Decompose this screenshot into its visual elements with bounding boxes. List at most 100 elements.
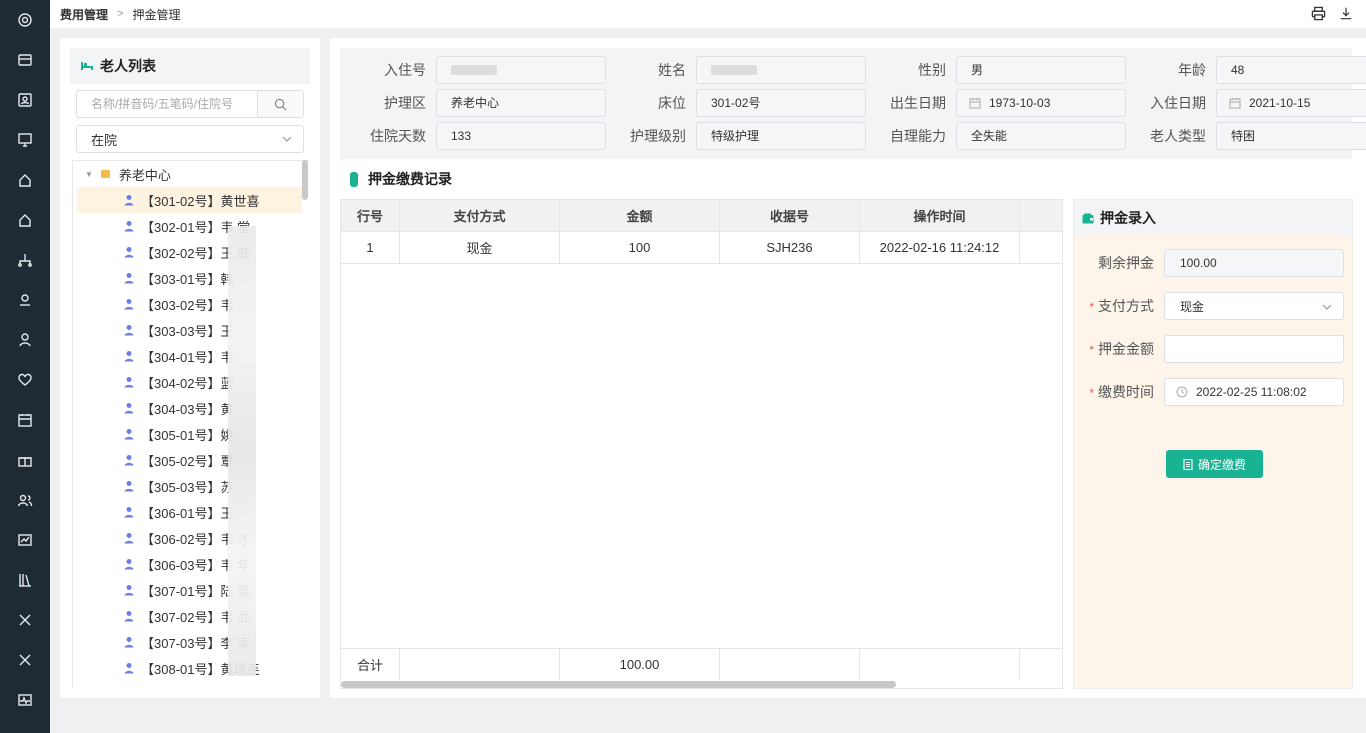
resident-item[interactable]: 【308-01号】黄瑞连 [77, 655, 302, 681]
column-header[interactable]: 支付方式 [400, 200, 560, 231]
download-icon[interactable] [1338, 5, 1354, 21]
deposit-amount-label: * 押金金额 [1074, 339, 1154, 359]
rail-item[interactable] [0, 80, 50, 120]
name-field [696, 56, 866, 84]
deposit-amount-input[interactable] [1164, 335, 1344, 363]
resident-list-header: 老人列表 [70, 48, 310, 84]
card-icon [18, 54, 32, 66]
confirm-payment-button[interactable]: 确定缴费 [1166, 450, 1263, 478]
rail-item[interactable] [0, 240, 50, 280]
caret-down-icon[interactable]: ▼ [85, 170, 93, 179]
payment-time-label-text: 缴费时间 [1098, 384, 1154, 400]
payment-method-label: * 支付方式 [1074, 296, 1154, 316]
column-header[interactable]: 收据号 [720, 200, 860, 231]
resident-item[interactable]: 【301-02号】黄世喜 [77, 187, 302, 213]
resident-item[interactable]: 【304-02号】蓝 [77, 369, 302, 395]
resident-item[interactable]: 【303-03号】王 [77, 317, 302, 343]
total-spacer [1020, 649, 1062, 680]
tree-root[interactable]: ▼ 养老中心 [73, 161, 310, 187]
column-header[interactable]: 金额 [560, 200, 720, 231]
breadcrumb-section[interactable]: 费用管理 [60, 6, 108, 23]
search-input[interactable] [77, 91, 258, 117]
breadcrumb: 费用管理 > 押金管理 [60, 6, 180, 23]
resident-item[interactable]: 【304-01号】韦 [77, 343, 302, 369]
rail-item[interactable] [0, 200, 50, 240]
resident-item[interactable]: 【303-01号】韩 [77, 265, 302, 291]
home-icon [19, 174, 31, 187]
balance-label: 剩余押金 [1074, 253, 1154, 273]
required-mark: * [1089, 300, 1094, 314]
resident-item[interactable]: 【307-01号】陆 英 [77, 577, 302, 603]
resident-label: 【306-01号】王 [141, 505, 234, 521]
calendar-icon [18, 414, 32, 427]
required-mark: * [1089, 386, 1094, 400]
resident-search [76, 90, 304, 118]
deposit-amount-label-text: 押金金额 [1098, 341, 1154, 357]
person-icon [124, 195, 134, 206]
tree-scrollbar[interactable] [302, 160, 308, 200]
print-icon[interactable] [1310, 5, 1326, 21]
resident-item[interactable]: 【306-02号】韦 才 [77, 525, 302, 551]
cell-amount: 100 [560, 232, 720, 263]
column-header[interactable]: 操作时间 [860, 200, 1020, 231]
table-row[interactable]: 1 现金 100 SJH236 2022-02-16 11:24:12 [341, 232, 1062, 264]
elder-type-field: 特困 [1216, 122, 1366, 150]
person-icon [124, 325, 134, 336]
rail-item[interactable] [0, 160, 50, 200]
care-area-label: 护理区 [384, 95, 426, 111]
rail-item[interactable] [0, 400, 50, 440]
payment-time-picker[interactable]: 2022-02-25 11:08:02 [1164, 378, 1344, 406]
resident-item[interactable]: 【307-03号】李 家 [77, 629, 302, 655]
resident-item[interactable]: 【307-02号】韦 武 [77, 603, 302, 629]
gender-label: 性别 [918, 62, 946, 78]
resident-tree: ▼ 养老中心 【301-02号】黄世喜 【302-01号】韦 堂【302-02号】… [72, 160, 310, 688]
rail-item[interactable] [0, 0, 50, 40]
rail-item[interactable] [0, 440, 50, 480]
redacted-value [711, 65, 757, 75]
person-icon [124, 403, 134, 414]
payment-method-label-text: 支付方式 [1098, 298, 1154, 314]
status-filter-select[interactable]: 在院 [76, 125, 304, 153]
rail-item[interactable] [0, 560, 50, 600]
tree-root-label: 养老中心 [118, 167, 171, 183]
column-header[interactable]: 行号 [341, 200, 400, 231]
rail-item[interactable] [0, 640, 50, 680]
payment-method-select[interactable]: 现金 [1164, 292, 1344, 320]
search-button[interactable] [257, 91, 303, 117]
resident-label: 【305-03号】苏 [141, 479, 234, 495]
breadcrumb-separator-icon: > [117, 8, 124, 20]
rail-item[interactable] [0, 680, 50, 720]
table-horizontal-scrollbar[interactable] [341, 681, 896, 688]
resident-item[interactable]: 【306-01号】王 [77, 499, 302, 525]
rail-item[interactable] [0, 360, 50, 400]
resident-item[interactable]: 【305-03号】苏 [77, 473, 302, 499]
resident-label: 【304-03号】黄 [141, 401, 234, 417]
name-label: 姓名 [658, 62, 686, 78]
resident-label: 【304-01号】韦 [141, 349, 234, 365]
rail-item[interactable] [0, 120, 50, 160]
network-icon [18, 254, 32, 267]
resident-list-title: 老人列表 [100, 58, 156, 74]
resident-item[interactable]: 【303-02号】韦 [77, 291, 302, 317]
resident-item[interactable]: 【302-02号】王 庭 [77, 239, 302, 265]
rail-item[interactable] [0, 600, 50, 640]
section-marker [350, 171, 358, 187]
rail-item[interactable] [0, 480, 50, 520]
rail-item[interactable] [0, 40, 50, 80]
resident-item[interactable]: 【304-03号】黄 [77, 395, 302, 421]
balance-label-text: 剩余押金 [1098, 255, 1154, 271]
receipt-icon [1183, 458, 1193, 470]
deposit-entry-panel: 押金录入 剩余押金 100.00 * 支付方式 现金 * 押金金额 * 缴费时间 20… [1073, 199, 1353, 689]
rail-item[interactable] [0, 320, 50, 360]
resident-item[interactable]: 【305-02号】覃 [77, 447, 302, 473]
resident-item[interactable]: 【306-03号】韦 年 [77, 551, 302, 577]
rail-item[interactable] [0, 280, 50, 320]
person-icon [124, 429, 134, 440]
payment-time-label: * 缴费时间 [1074, 382, 1154, 402]
breadcrumb-page: 押金管理 [132, 7, 181, 22]
resident-item[interactable]: 【302-01号】韦 堂 [77, 213, 302, 239]
resident-item[interactable]: 【305-01号】姚 [77, 421, 302, 447]
rail-item[interactable] [0, 520, 50, 560]
total-label: 合计 [341, 649, 400, 680]
payment-time-value: 2022-02-25 11:08:02 [1196, 385, 1307, 399]
